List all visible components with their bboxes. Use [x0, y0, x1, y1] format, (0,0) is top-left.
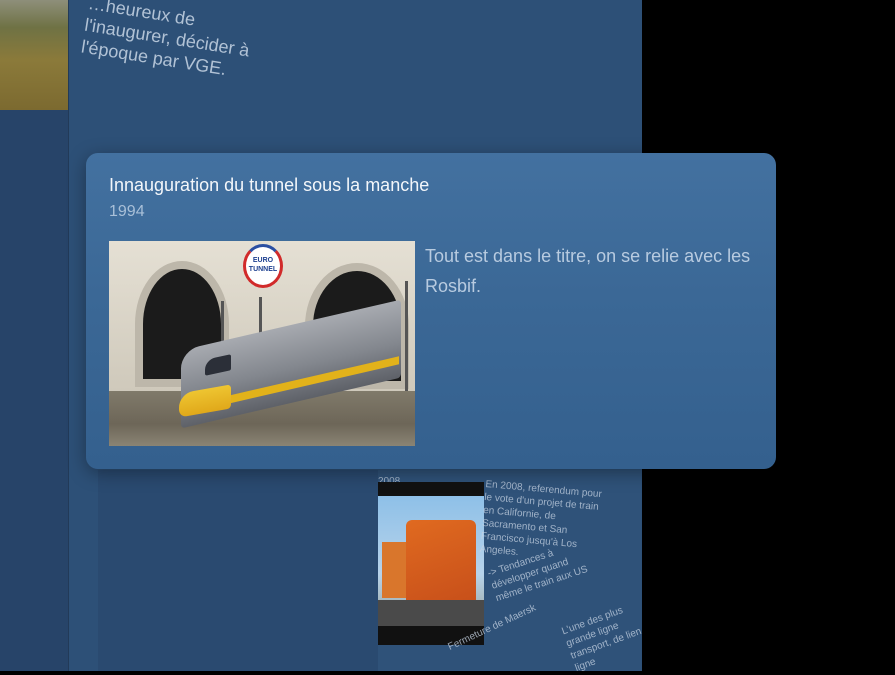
background-thumbnail-image[interactable] — [0, 0, 68, 110]
event-detail-card[interactable]: Innauguration du tunnel sous la manche 1… — [86, 153, 776, 469]
background-train-photo[interactable] — [378, 482, 484, 645]
eurotunnel-logo: EURO TUNNEL — [243, 244, 283, 288]
background-panel-lower-left — [98, 470, 378, 671]
event-description: Tout est dans le titre, on se relie avec… — [425, 246, 751, 296]
event-title: Innauguration du tunnel sous la manche — [109, 175, 430, 195]
event-year: 1994 — [109, 203, 145, 220]
event-photo[interactable]: EURO TUNNEL — [109, 241, 415, 446]
